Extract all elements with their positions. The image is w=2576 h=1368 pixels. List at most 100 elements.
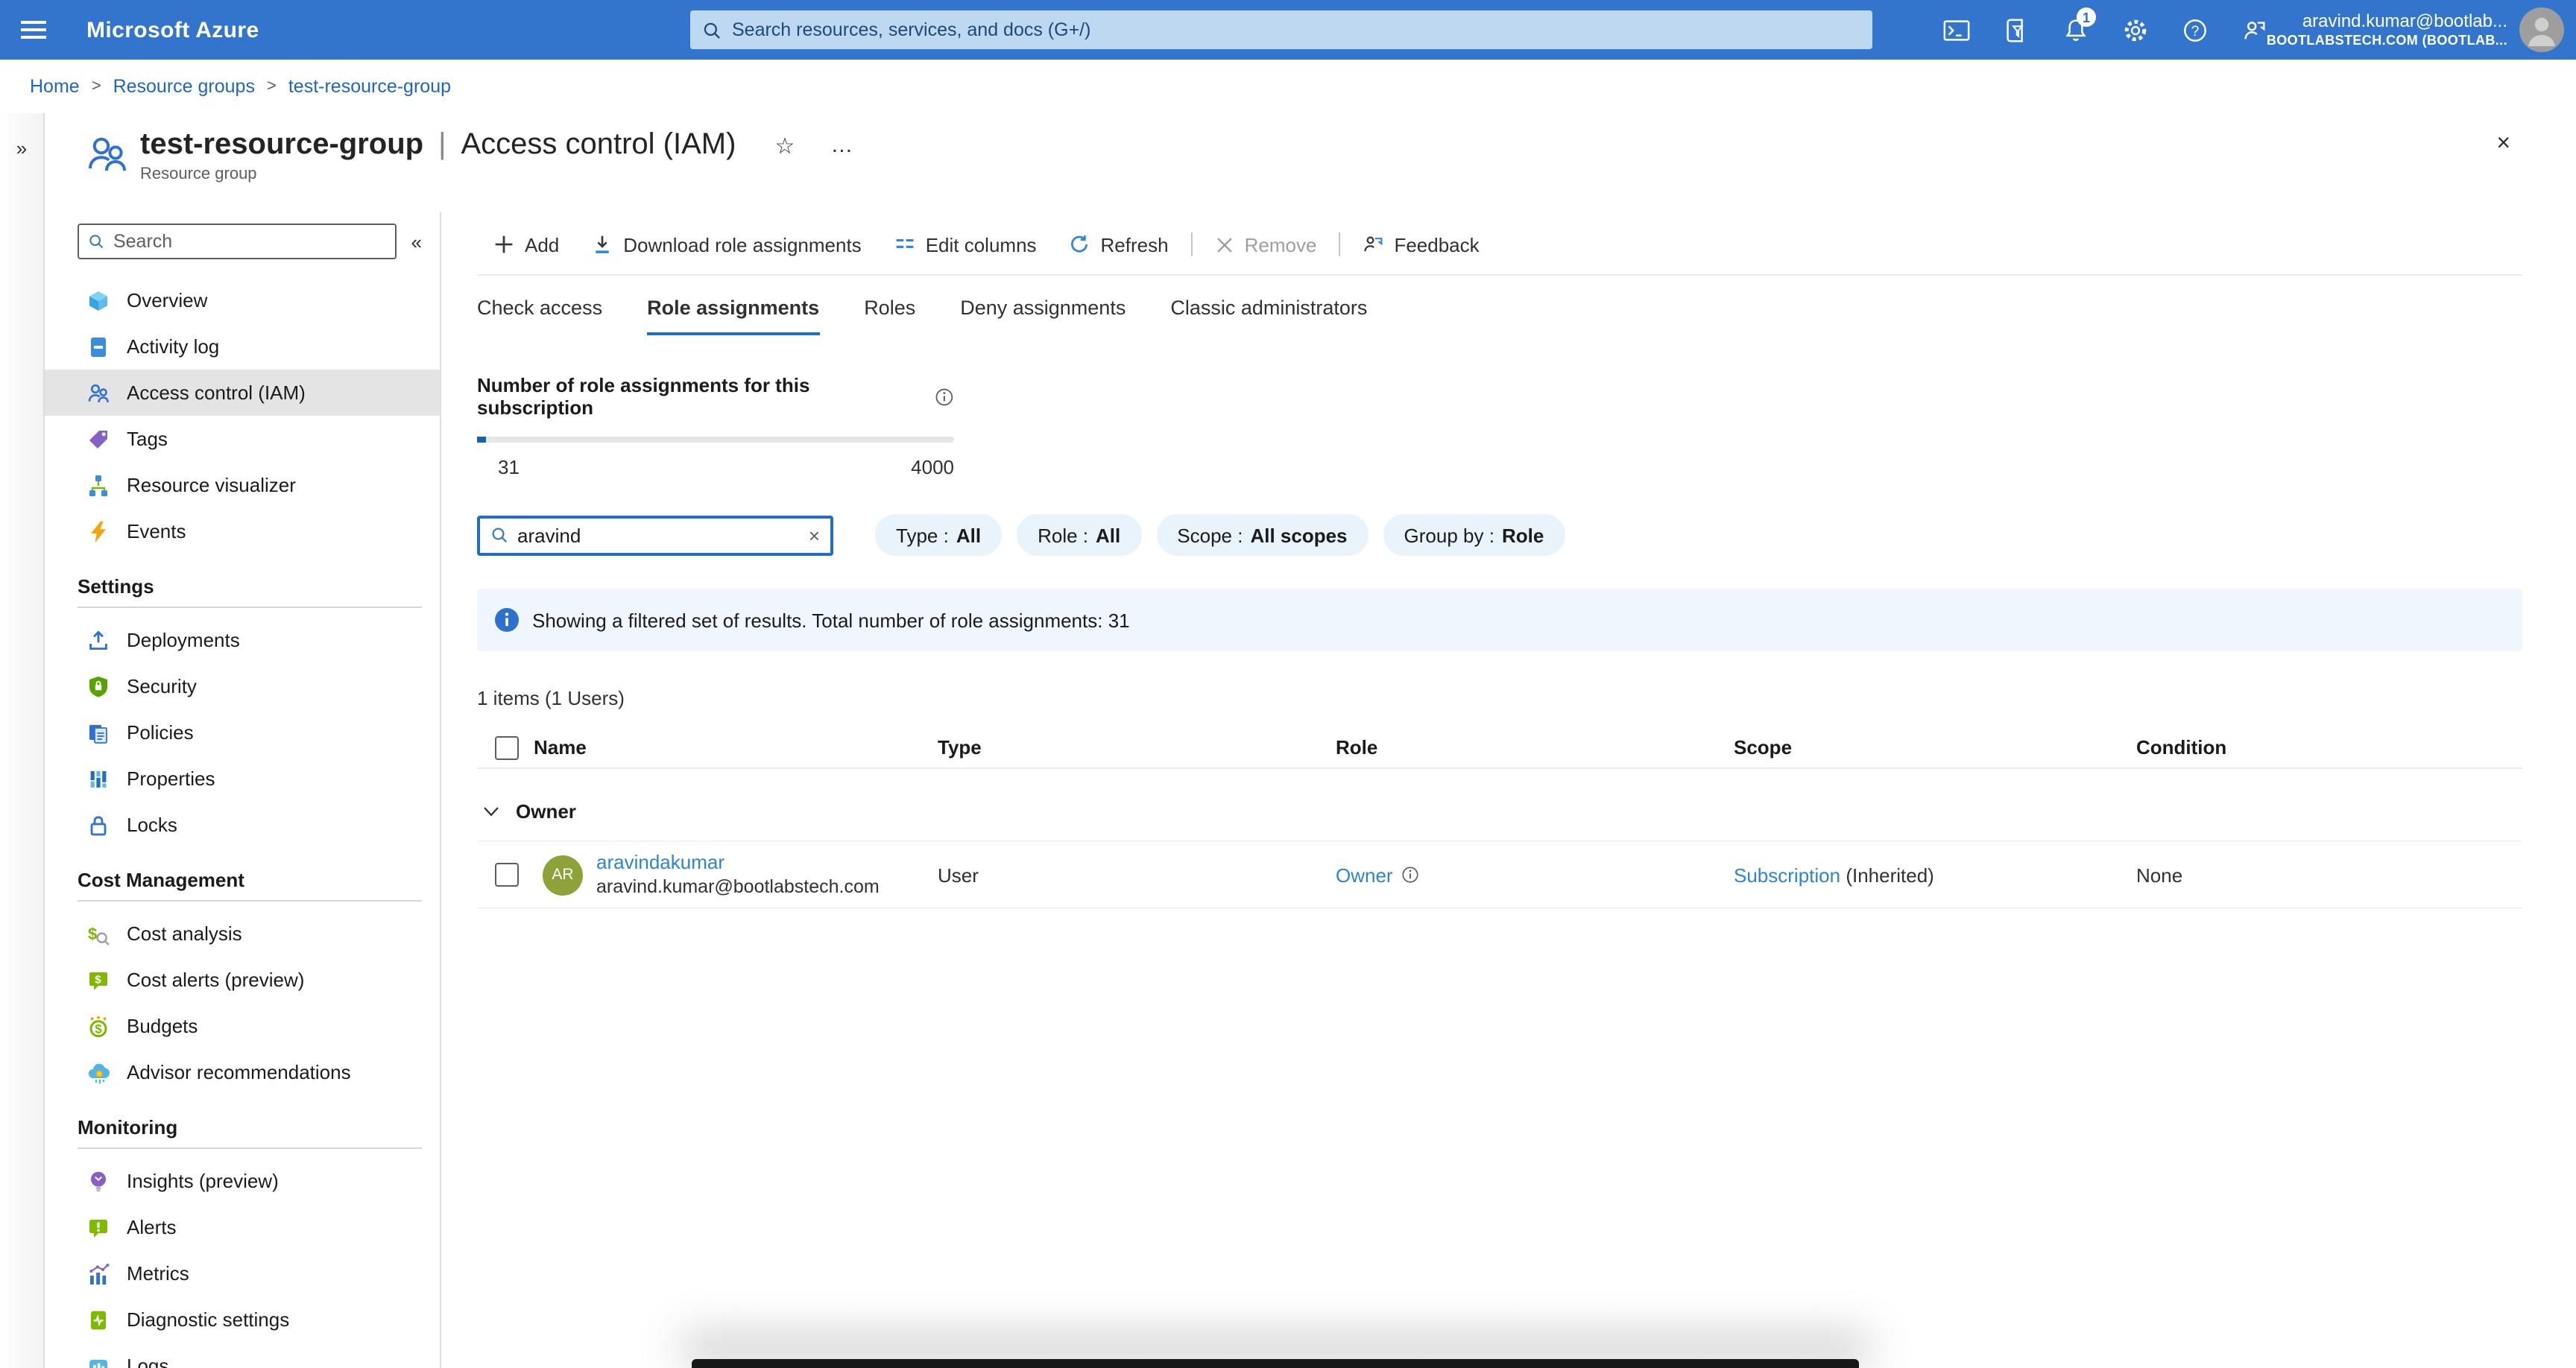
add-button[interactable]: Add [477, 219, 575, 270]
sidebar-search-input[interactable] [113, 231, 386, 252]
feedback-icon [1364, 236, 1383, 252]
row-type: User [938, 864, 979, 886]
sidebar-item-security[interactable]: Security [45, 663, 440, 709]
sidebar-item-label: Policies [127, 721, 194, 744]
sidebar-item-alerts[interactable]: Alerts [45, 1204, 440, 1250]
assignee-name-link[interactable]: aravindakumar [596, 850, 724, 873]
edit-columns-button[interactable]: Edit columns [878, 219, 1053, 270]
panel-expand-strip[interactable]: » [0, 113, 45, 1368]
directory-filter-icon[interactable] [1992, 6, 2039, 54]
breadcrumb-home[interactable]: Home [30, 76, 80, 97]
role-link[interactable]: Owner [1336, 864, 1393, 886]
page-subtitle: Resource group [140, 165, 257, 183]
refresh-button[interactable]: Refresh [1053, 219, 1185, 270]
sidebar-item-tags[interactable]: Tags [45, 416, 440, 462]
assignments-search-input[interactable] [517, 524, 800, 546]
group-row-owner: Owner [477, 793, 2522, 829]
assignments-search[interactable]: × [477, 515, 833, 555]
svg-text:$: $ [95, 1022, 102, 1036]
sidebar-item-cost-alerts[interactable]: $ Cost alerts (preview) [45, 957, 440, 1003]
info-icon[interactable] [935, 387, 954, 406]
role-assignments-meter: Number of role assignments for this subs… [477, 374, 954, 478]
scope-link[interactable]: Subscription [1734, 864, 1840, 886]
sidebar-item-policies[interactable]: Policies [45, 709, 440, 756]
feedback-button[interactable]: Feedback [1346, 219, 1495, 270]
menu-icon[interactable] [0, 0, 66, 60]
tab-classic-administrators[interactable]: Classic administrators [1170, 297, 1367, 335]
table-row[interactable]: AR aravindakumar aravind.kumar@bootlabst… [477, 840, 2522, 909]
select-all-checkbox[interactable] [495, 735, 519, 759]
chevron-down-icon[interactable] [482, 801, 501, 820]
sidebar-item-resource-visualizer[interactable]: Resource visualizer [45, 462, 440, 508]
help-icon[interactable]: ? [2171, 6, 2218, 54]
settings-gear-icon[interactable] [2111, 6, 2159, 54]
sidebar-item-label: Metrics [127, 1262, 189, 1285]
sidebar-search[interactable] [78, 224, 397, 259]
filter-pill-role[interactable]: Role : All [1017, 514, 1142, 556]
remove-button[interactable]: Remove [1199, 219, 1333, 270]
overview-icon [89, 291, 107, 310]
more-options-icon[interactable]: … [830, 133, 856, 158]
search-icon [704, 22, 720, 38]
row-checkbox[interactable] [495, 863, 519, 887]
sidebar-item-metrics[interactable]: Metrics [45, 1250, 440, 1296]
column-header-name[interactable]: Name [534, 736, 938, 759]
expand-panel-icon[interactable]: » [16, 137, 27, 1368]
filter-pill-scope[interactable]: Scope : All scopes [1156, 514, 1368, 556]
edit-columns-icon [896, 239, 914, 248]
sidebar-item-diagnostic-settings[interactable]: Diagnostic settings [45, 1296, 440, 1343]
advisor-recommendations-icon [88, 1063, 110, 1083]
global-search[interactable] [690, 10, 1872, 49]
column-header-role[interactable]: Role [1336, 736, 1734, 759]
toolbar-underline [477, 274, 2522, 276]
download-role-assignments-button[interactable]: Download role assignments [575, 219, 877, 270]
sidebar-item-locks[interactable]: Locks [45, 802, 440, 848]
sidebar-item-events[interactable]: Events [45, 508, 440, 554]
sidebar-item-overview[interactable]: Overview [45, 277, 440, 323]
tab-roles[interactable]: Roles [864, 297, 915, 335]
filter-pill-type[interactable]: Type : All [875, 514, 1003, 556]
locks-icon [90, 815, 107, 835]
notifications-bell-icon[interactable]: 1 [2051, 6, 2099, 54]
sidebar-item-label: Alerts [127, 1216, 177, 1238]
brand-title[interactable]: Microsoft Azure [86, 17, 259, 42]
sidebar-item-label: Overview [127, 289, 208, 311]
avatar: AR [543, 855, 583, 895]
meter-current-value: 31 [498, 456, 520, 478]
events-icon [91, 520, 106, 542]
column-header-type[interactable]: Type [938, 736, 1336, 759]
tags-icon [89, 430, 107, 448]
sidebar-item-logs[interactable]: Logs [45, 1343, 440, 1368]
banner-text: Showing a filtered set of results. Total… [532, 609, 1130, 631]
tab-role-assignments[interactable]: Role assignments [647, 297, 820, 335]
column-header-scope[interactable]: Scope [1734, 736, 2136, 759]
meter-progress-bar [477, 437, 954, 443]
user-tenant: BOOTLABSTECH.COM (BOOTLAB... [2266, 32, 2507, 48]
close-icon[interactable]: × [2496, 131, 2510, 158]
avatar[interactable] [2519, 7, 2564, 52]
favorite-star-icon[interactable]: ☆ [774, 132, 795, 159]
sidebar-item-label: Cost analysis [127, 922, 242, 945]
sidebar-item-activity-log[interactable]: Activity log [45, 323, 440, 370]
filter-pill-group-by[interactable]: Group by : Role [1383, 514, 1565, 556]
column-header-condition[interactable]: Condition [2136, 736, 2522, 759]
tab-deny-assignments[interactable]: Deny assignments [960, 297, 1126, 335]
sidebar-item-insights[interactable]: Insights (preview) [45, 1158, 440, 1204]
collapse-sidebar-icon[interactable]: « [411, 230, 428, 253]
tab-check-access[interactable]: Check access [477, 297, 602, 335]
sidebar-group-monitoring: Monitoring Insights (preview) Alerts Met… [45, 1116, 440, 1368]
sidebar-item-properties[interactable]: Properties [45, 756, 440, 802]
sidebar-item-access-control[interactable]: Access control (IAM) [45, 370, 440, 416]
cost-alerts-icon: $ [89, 972, 107, 989]
sidebar-item-budgets[interactable]: $ Budgets [45, 1003, 440, 1049]
global-search-input[interactable] [732, 19, 1860, 40]
sidebar-item-advisor-recommendations[interactable]: Advisor recommendations [45, 1049, 440, 1095]
breadcrumb-resource-groups[interactable]: Resource groups [113, 76, 255, 97]
sidebar-item-deployments[interactable]: Deployments [45, 617, 440, 663]
sidebar-item-cost-analysis[interactable]: $ Cost analysis [45, 911, 440, 957]
clear-search-icon[interactable]: × [809, 524, 820, 546]
cloud-shell-icon[interactable] [1932, 6, 1980, 54]
account-menu[interactable]: aravind.kumar@bootlab... BOOTLABSTECH.CO… [2267, 0, 2564, 60]
info-icon[interactable] [1402, 866, 1420, 884]
breadcrumb-test-resource-group[interactable]: test-resource-group [288, 76, 451, 97]
